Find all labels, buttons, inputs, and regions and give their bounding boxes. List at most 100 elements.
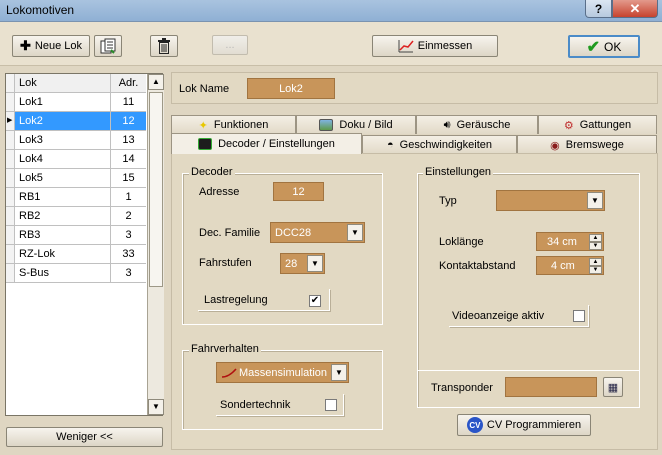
grid-icon: ▦ (607, 381, 619, 394)
einstellungen-group-title: Einstellungen (423, 166, 494, 178)
list-scrollbar[interactable]: ▲ ▼ (147, 74, 164, 415)
lokname-panel: Lok Name Lok2 (171, 72, 658, 104)
chevron-down-icon[interactable]: ▼ (347, 224, 363, 241)
fahrverhalten-select[interactable]: Massensimulation ▼ (216, 362, 349, 383)
row-indicator (6, 207, 15, 225)
cell-lok: RB2 (19, 210, 41, 222)
close-button[interactable]: ✕ (612, 0, 658, 18)
cell-adr: 3 (125, 267, 132, 279)
help-button[interactable]: ? (585, 0, 612, 18)
familie-label: Dec. Familie (199, 227, 261, 239)
header-adr[interactable]: Adr. (111, 77, 146, 89)
video-checkbox[interactable] (573, 310, 585, 322)
spinner-arrows-icon[interactable]: ▲ ▼ (589, 234, 602, 250)
tab-decoder-einstellungen[interactable]: Decoder / Einstellungen (171, 133, 362, 154)
tab-gattungen[interactable]: ⚙ Gattungen (538, 115, 657, 134)
trash-icon (158, 38, 170, 54)
cell-adr: 11 (122, 96, 135, 108)
chevron-down-icon[interactable]: ▼ (307, 255, 323, 272)
typ-select[interactable]: ▼ (496, 190, 605, 211)
brake-icon: ◉ (550, 139, 560, 152)
tab-bremswege[interactable]: ◉ Bremswege (517, 135, 657, 154)
row-indicator (6, 245, 15, 263)
spinner-arrows-icon[interactable]: ▲ ▼ (589, 258, 602, 274)
tab-geschwindigkeiten[interactable]: ◓ Geschwindigkeiten (362, 135, 517, 154)
tab-doku-bild[interactable]: Doku / Bild (296, 115, 416, 134)
row-indicator: ▶ (6, 112, 15, 130)
ok-button[interactable]: ✔ OK (568, 35, 640, 58)
cell-lok: Lok5 (19, 172, 43, 184)
row-indicator (6, 264, 15, 282)
new-lok-button[interactable]: ✚ Neue Lok (12, 35, 90, 57)
sondertechnik-label: Sondertechnik (220, 399, 291, 411)
lok-list[interactable]: Lok Adr. Lok1 11 ▶ Lok2 12 Lok3 13 Lok4 14 Lok5 15… (5, 73, 164, 416)
scroll-thumb[interactable] (149, 92, 163, 287)
gears-icon: ⚙ (563, 119, 574, 132)
fahrverhalten-group-title: Fahrverhalten (189, 343, 261, 355)
table-row[interactable]: RZ-Lok 33 (6, 245, 146, 264)
table-row[interactable]: RB1 1 (6, 188, 146, 207)
table-row[interactable]: RB2 2 (6, 207, 146, 226)
decoder-group-title: Decoder (189, 166, 235, 178)
typ-label: Typ (439, 195, 457, 207)
einmessen-button[interactable]: Einmessen (372, 35, 498, 57)
window-title: Lokomotiven (6, 3, 75, 17)
ok-label: OK (604, 39, 622, 54)
loklaenge-label: Loklänge (439, 236, 484, 248)
scroll-down-arrow-icon[interactable]: ▼ (148, 399, 164, 415)
cv-icon: CV (466, 417, 483, 433)
fahrstufen-select[interactable]: 28 ▼ (280, 253, 325, 274)
table-row[interactable]: Lok3 13 (6, 131, 146, 150)
einmessen-label: Einmessen (417, 40, 473, 52)
speaker-icon: 🔊︎ (443, 118, 451, 131)
row-indicator (6, 131, 15, 149)
transponder-label: Transponder (431, 382, 493, 394)
cv-programmieren-button[interactable]: CV CV Programmieren (457, 414, 591, 436)
tab-geraeusche[interactable]: 🔊︎ Geräusche (416, 115, 538, 134)
table-row[interactable]: RB3 3 (6, 226, 146, 245)
cell-lok: RZ-Lok (19, 248, 56, 260)
cell-lok: S-Bus (19, 267, 49, 279)
lokname-field[interactable]: Lok2 (247, 78, 335, 99)
header-lok[interactable]: Lok (19, 77, 37, 89)
transponder-field[interactable] (505, 377, 597, 397)
cell-lok: Lok3 (19, 134, 43, 146)
new-lok-label: Neue Lok (34, 40, 82, 52)
chevron-down-icon[interactable]: ▼ (331, 364, 347, 381)
row-indicator (6, 150, 15, 168)
table-row[interactable]: Lok5 15 (6, 169, 146, 188)
row-indicator (6, 188, 15, 206)
table-row[interactable]: Lok1 11 (6, 93, 146, 112)
cell-adr: 13 (122, 134, 135, 146)
cell-adr: 15 (122, 172, 135, 184)
tab-funktionen[interactable]: ✦ Funktionen (171, 115, 296, 134)
transponder-button[interactable]: ▦ (603, 377, 623, 397)
cv-label: CV Programmieren (486, 419, 582, 431)
delete-lok-button[interactable] (150, 35, 178, 57)
cell-adr: 1 (125, 191, 132, 203)
table-row[interactable]: S-Bus 3 (6, 264, 146, 283)
weniger-button[interactable]: Weniger << (6, 427, 163, 447)
lokname-label: Lok Name (179, 83, 230, 95)
cell-adr: 3 (125, 229, 132, 241)
kontakt-spinner[interactable]: 4 cm ▲ ▼ (536, 256, 604, 275)
disabled-button[interactable]: ... (212, 35, 248, 55)
chevron-down-icon[interactable]: ▼ (587, 192, 603, 209)
star-icon: ✦ (198, 119, 208, 132)
row-indicator (6, 93, 15, 111)
familie-select[interactable]: DCC28 ▼ (270, 222, 365, 243)
curve-icon (221, 368, 237, 378)
scroll-up-arrow-icon[interactable]: ▲ (148, 74, 164, 90)
cell-adr: 33 (122, 248, 135, 260)
video-label: Videoanzeige aktiv (452, 310, 545, 322)
cell-lok: Lok4 (19, 153, 43, 165)
copy-lok-button[interactable] (94, 35, 122, 57)
adresse-field[interactable]: 12 (273, 182, 324, 201)
lastregelung-checkbox[interactable]: ✔ (309, 295, 321, 307)
table-row[interactable]: ▶ Lok2 12 (6, 112, 146, 131)
speedometer-icon: ◓ (387, 139, 394, 151)
table-row[interactable]: Lok4 14 (6, 150, 146, 169)
sondertechnik-checkbox[interactable] (325, 399, 337, 411)
divider (417, 370, 640, 371)
loklaenge-spinner[interactable]: 34 cm ▲ ▼ (536, 232, 604, 251)
